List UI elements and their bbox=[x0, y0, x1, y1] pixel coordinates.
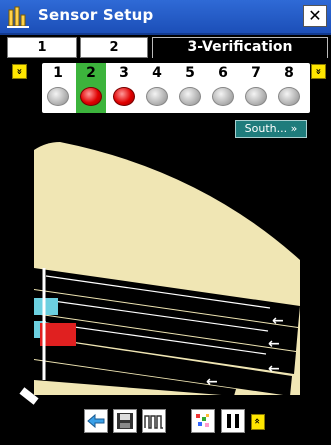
status-led-icon bbox=[245, 87, 267, 106]
status-led-icon bbox=[179, 87, 201, 106]
save-button[interactable] bbox=[113, 409, 137, 433]
double-chevron-down-icon: » bbox=[14, 68, 25, 75]
sensor-6[interactable]: 6 bbox=[208, 63, 238, 113]
bar-chart-app-icon bbox=[7, 6, 31, 28]
lane-4 bbox=[34, 337, 292, 396]
sensor-8[interactable]: 8 bbox=[274, 63, 304, 113]
pause-button[interactable] bbox=[221, 409, 245, 433]
sensor-2[interactable]: 2 bbox=[76, 63, 106, 113]
sensor-number: 1 bbox=[53, 65, 63, 81]
sensor-7[interactable]: 7 bbox=[241, 63, 271, 113]
status-led-icon bbox=[80, 87, 102, 106]
vehicle-red bbox=[40, 323, 76, 346]
sensor-setup-window: Sensor Setup ✕ 1 2 3-Verification » 1234… bbox=[0, 0, 331, 445]
toolbar-scroll-button[interactable]: » bbox=[251, 414, 265, 430]
sensor-3[interactable]: 3 bbox=[109, 63, 139, 113]
window-title: Sensor Setup bbox=[38, 6, 154, 24]
sensor-4[interactable]: 4 bbox=[142, 63, 172, 113]
sensor-number: 5 bbox=[185, 65, 195, 81]
status-led-icon bbox=[113, 87, 135, 106]
tab-strip: 1 2 3-Verification bbox=[0, 35, 331, 60]
back-arrow-icon bbox=[87, 413, 105, 429]
lane-3 bbox=[34, 314, 296, 374]
sensor-radar-icon bbox=[19, 387, 39, 405]
sensor-number: 3 bbox=[119, 65, 129, 81]
lane-arrow-icon: ← bbox=[268, 336, 280, 352]
waveform-icon bbox=[144, 415, 163, 429]
lane-arrow-icon: ← bbox=[206, 374, 218, 390]
status-led-icon bbox=[278, 87, 300, 106]
sensor-number: 2 bbox=[86, 65, 96, 81]
sensor-1[interactable]: 1 bbox=[43, 63, 73, 113]
sensor-number: 4 bbox=[152, 65, 162, 81]
sensor-number: 8 bbox=[284, 65, 294, 81]
scroll-left-button[interactable]: » bbox=[12, 64, 27, 79]
sensor-number: 6 bbox=[218, 65, 228, 81]
sensor-strip: 1 2 3 4 5 6 7 8 bbox=[42, 63, 310, 113]
lane-arrow-icon: ← bbox=[272, 313, 284, 329]
double-chevron-up-icon: » bbox=[252, 417, 263, 425]
status-led-icon bbox=[47, 87, 69, 106]
coverage-arc bbox=[34, 142, 300, 395]
status-led-icon bbox=[212, 87, 234, 106]
vehicle-cyan-1 bbox=[34, 298, 58, 315]
lane-2 bbox=[34, 290, 298, 351]
tab-2[interactable]: 2 bbox=[80, 37, 148, 58]
pause-icon bbox=[227, 414, 239, 428]
title-bar[interactable]: Sensor Setup ✕ bbox=[0, 0, 331, 35]
tab-1[interactable]: 1 bbox=[7, 37, 77, 58]
sensor-5[interactable]: 5 bbox=[175, 63, 205, 113]
lane-5 bbox=[34, 360, 236, 396]
color-grid-button[interactable] bbox=[191, 409, 215, 433]
lane-1 bbox=[34, 268, 300, 327]
status-led-icon bbox=[146, 87, 168, 106]
double-chevron-down-icon: » bbox=[313, 68, 324, 75]
color-grid-icon bbox=[196, 414, 209, 427]
sensor-panel: » 1 2 3 4 5 6 7 8 » bbox=[6, 62, 328, 114]
coverage-arc-edge bbox=[32, 148, 34, 396]
close-button[interactable]: ✕ bbox=[303, 5, 327, 27]
tab-3-verification[interactable]: 3-Verification bbox=[152, 37, 328, 58]
direction-button[interactable]: South... » bbox=[235, 120, 307, 138]
scroll-right-button[interactable]: » bbox=[311, 64, 326, 79]
sensor-number: 7 bbox=[251, 65, 261, 81]
vehicle-cyan-2 bbox=[34, 321, 46, 338]
waveform-button[interactable] bbox=[142, 409, 166, 433]
lane-arrow-icon: ← bbox=[268, 361, 280, 377]
back-button[interactable] bbox=[84, 409, 108, 433]
save-icon bbox=[117, 413, 133, 429]
